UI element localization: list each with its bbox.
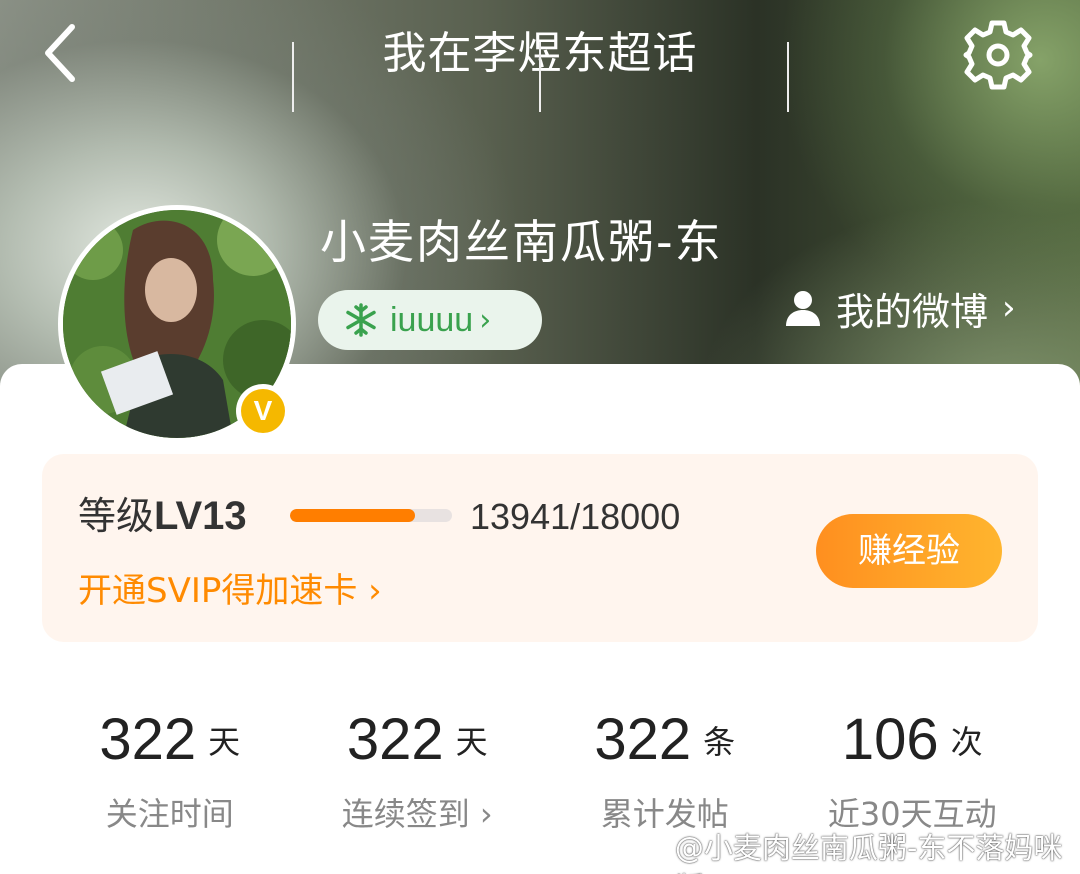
stat-divider <box>292 42 294 112</box>
level-prefix: 等级 <box>78 494 155 538</box>
level-value: LV13 <box>154 494 247 538</box>
watermark-text: @小麦肉丝南瓜粥-东不落妈咪版 <box>674 831 1063 874</box>
settings-button[interactable] <box>958 15 1038 95</box>
stat-follow-time: 322 天 关注时间 <box>46 700 294 840</box>
stat-interactions-30d: 106 次 近30天互动 <box>789 700 1037 840</box>
user-icon <box>786 291 820 326</box>
chevron-right-icon: › <box>479 302 492 338</box>
earn-exp-button[interactable]: 赚经验 <box>816 514 1002 588</box>
gear-icon <box>963 20 1033 90</box>
my-weibo-label: 我的微博 <box>836 289 989 334</box>
username: 小麦肉丝南瓜粥-东 <box>320 215 723 269</box>
verified-badge: V <box>236 384 290 438</box>
stat-unit: 次 <box>950 723 983 761</box>
my-weibo-link[interactable]: 我的微博 › <box>784 280 1016 336</box>
chevron-right-icon: › <box>1002 288 1016 328</box>
exp-text: 13941/18000 <box>470 496 681 537</box>
stat-unit: 天 <box>455 723 488 761</box>
stat-total-posts: 322 条 累计发帖 <box>541 700 789 840</box>
stat-unit: 天 <box>208 723 241 761</box>
stats-row: 322 天 关注时间 322 天 连续签到 › 322 条 累计发帖 106 次 近30… <box>46 700 1036 840</box>
svip-speedup-link[interactable]: 开通SVIP得加速卡 › <box>78 566 382 616</box>
stat-value: 322 <box>346 707 444 772</box>
watermark: @小麦肉丝南瓜粥-东不落妈咪版 <box>636 828 1080 874</box>
exp-progress-bar <box>290 509 452 522</box>
fan-tag-button[interactable]: iuuuu › <box>318 290 542 350</box>
stat-label: 关注时间 <box>105 795 234 833</box>
verified-v-icon: V <box>241 389 285 433</box>
stat-checkin-streak[interactable]: 322 天 连续签到 › <box>294 700 542 840</box>
fan-tag-label: iuuuu <box>390 300 474 339</box>
exp-progress-fill <box>290 509 416 522</box>
stat-unit: 条 <box>703 723 736 761</box>
stat-value: 106 <box>841 707 939 772</box>
stat-value: 322 <box>99 707 197 772</box>
weibo-logo-icon <box>636 855 674 874</box>
stat-divider <box>787 42 789 112</box>
level-label: 等级LV13 <box>78 490 247 542</box>
snowflake-icon <box>346 303 376 337</box>
stat-value: 322 <box>594 707 692 772</box>
stat-divider <box>539 42 541 112</box>
stat-label: 连续签到 › <box>341 795 493 833</box>
